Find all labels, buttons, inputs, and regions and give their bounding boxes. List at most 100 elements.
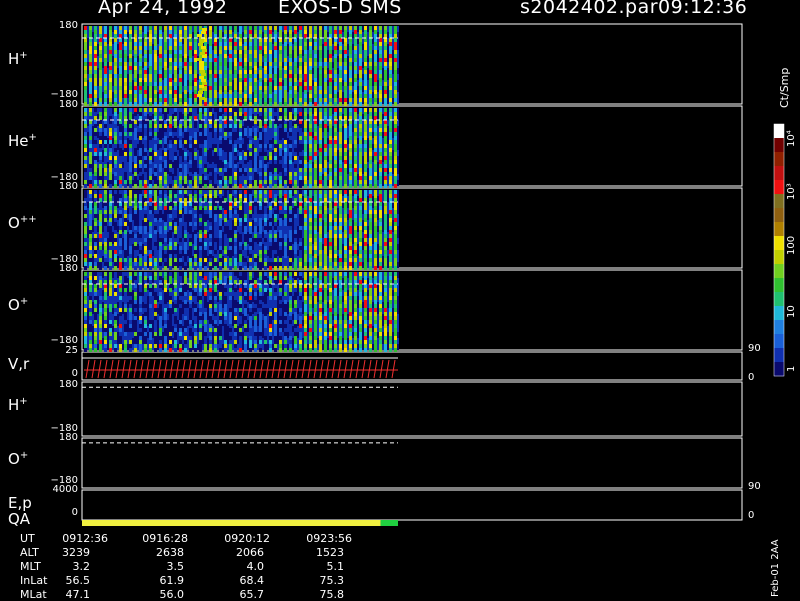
spectrogram-gap xyxy=(252,50,254,56)
spectrogram-cell xyxy=(284,86,287,90)
spectrogram-cell xyxy=(189,148,192,152)
spectrogram-gap xyxy=(327,138,329,144)
spectrogram-gap xyxy=(152,174,154,180)
spectrogram-cell xyxy=(344,116,347,120)
spectrogram-gap xyxy=(187,68,189,74)
spectrogram-gap xyxy=(87,62,89,68)
spectrogram-cell xyxy=(219,152,222,156)
spectrogram-cell xyxy=(199,198,202,202)
spectrogram-cell xyxy=(199,234,202,238)
spectrogram-cell xyxy=(234,26,237,30)
spectrogram-cell xyxy=(144,144,147,148)
spectrogram-gap xyxy=(252,38,254,44)
spectrogram-gap xyxy=(162,174,164,180)
spectrogram-cell xyxy=(324,112,327,116)
spectrogram-cell xyxy=(94,156,97,160)
spectrogram-gap xyxy=(192,38,194,44)
spectrogram-cell xyxy=(109,168,112,172)
spectrogram-cell xyxy=(244,34,247,38)
spectrogram-cell xyxy=(339,90,342,94)
spectrogram-cell xyxy=(394,120,397,124)
spectrogram-gap xyxy=(387,120,389,126)
spectrogram-cell xyxy=(234,66,237,70)
spectrogram-gap xyxy=(207,86,209,92)
spectrogram-gap xyxy=(187,138,189,144)
spectrogram-gap xyxy=(302,126,304,132)
spectrogram-gap xyxy=(87,196,89,202)
spectrogram-gap xyxy=(182,126,184,132)
spectrogram-cell xyxy=(379,160,382,164)
spectrogram-cell xyxy=(219,136,222,140)
spectrogram-cell xyxy=(329,90,332,94)
spectrogram-gap xyxy=(167,138,169,144)
spectrogram-cell xyxy=(334,62,337,66)
spectrogram-cell xyxy=(259,38,262,42)
spectrogram-cell xyxy=(174,254,177,258)
spectrogram-cell xyxy=(149,58,152,62)
spectrogram-cell xyxy=(174,136,177,140)
spectrogram-cell xyxy=(284,30,287,34)
spectrogram-cell xyxy=(314,176,317,180)
spectrogram-gap xyxy=(182,86,184,92)
spectrogram-cell xyxy=(234,144,237,148)
spectrogram-gap xyxy=(87,190,89,196)
spectrogram-gap xyxy=(337,168,339,174)
spectrogram-cell xyxy=(269,54,272,58)
spectrogram-cell xyxy=(224,62,227,66)
spectrogram-gap xyxy=(152,120,154,126)
spectrogram-cell xyxy=(99,238,102,242)
spectrogram-gap xyxy=(297,180,299,186)
spectrogram-cell xyxy=(324,164,327,168)
spectrogram-gap xyxy=(127,68,129,74)
spectrogram-cell xyxy=(354,94,357,98)
spectrogram-cell xyxy=(139,58,142,62)
spectrogram-cell xyxy=(274,184,277,188)
spectrogram-cell xyxy=(299,70,302,74)
spectrogram-gap xyxy=(187,50,189,56)
spectrogram-cell xyxy=(129,234,132,238)
spectrogram-gap xyxy=(92,180,94,186)
spectrogram-gap xyxy=(337,86,339,92)
spectrogram-gap xyxy=(322,32,324,38)
spectrogram-gap xyxy=(227,174,229,180)
spectrogram-cell xyxy=(94,180,97,184)
spectrogram-gap xyxy=(372,144,374,150)
spectrogram-cell xyxy=(274,180,277,184)
spectrogram-gap xyxy=(192,250,194,256)
spectrogram-cell xyxy=(99,266,102,270)
spectrogram-cell xyxy=(234,140,237,144)
spectrogram-cell xyxy=(84,238,87,242)
spectrogram-gap xyxy=(142,26,144,32)
spectrogram-gap xyxy=(197,144,199,150)
spectrogram-gap xyxy=(272,68,274,74)
spectrogram-cell xyxy=(119,258,122,262)
spectrogram-gap xyxy=(92,92,94,98)
spectrogram-gap xyxy=(127,80,129,86)
spectrogram-gap xyxy=(97,86,99,92)
spectrogram-cell xyxy=(174,266,177,270)
spectrogram-cell xyxy=(274,144,277,148)
spectrogram-cell xyxy=(334,102,337,106)
spectrogram-gap xyxy=(367,180,369,186)
spectrogram-cell xyxy=(204,156,207,160)
spectrogram-gap xyxy=(202,226,204,232)
spectrogram-gap xyxy=(277,44,279,50)
spectrogram-cell xyxy=(149,102,152,106)
spectrogram-cell xyxy=(184,128,187,132)
spectrogram-cell xyxy=(364,82,367,86)
spectrogram-gap xyxy=(347,180,349,186)
spectrogram-gap xyxy=(272,74,274,80)
spectrogram-cell xyxy=(84,214,87,218)
spectrogram-cell xyxy=(149,46,152,50)
spectrogram-cell xyxy=(159,184,162,188)
spectrogram-gap xyxy=(242,150,244,156)
spectrogram-cell xyxy=(124,124,127,128)
spectrogram-cell xyxy=(389,46,392,50)
spectrogram-gap xyxy=(217,162,219,168)
spectrogram-cell xyxy=(199,202,202,206)
spectrogram-gap xyxy=(302,150,304,156)
spectrogram-gap xyxy=(172,226,174,232)
spectrogram-cell xyxy=(299,176,302,180)
spectrogram-cell xyxy=(149,184,152,188)
spectrogram-cell xyxy=(99,210,102,214)
